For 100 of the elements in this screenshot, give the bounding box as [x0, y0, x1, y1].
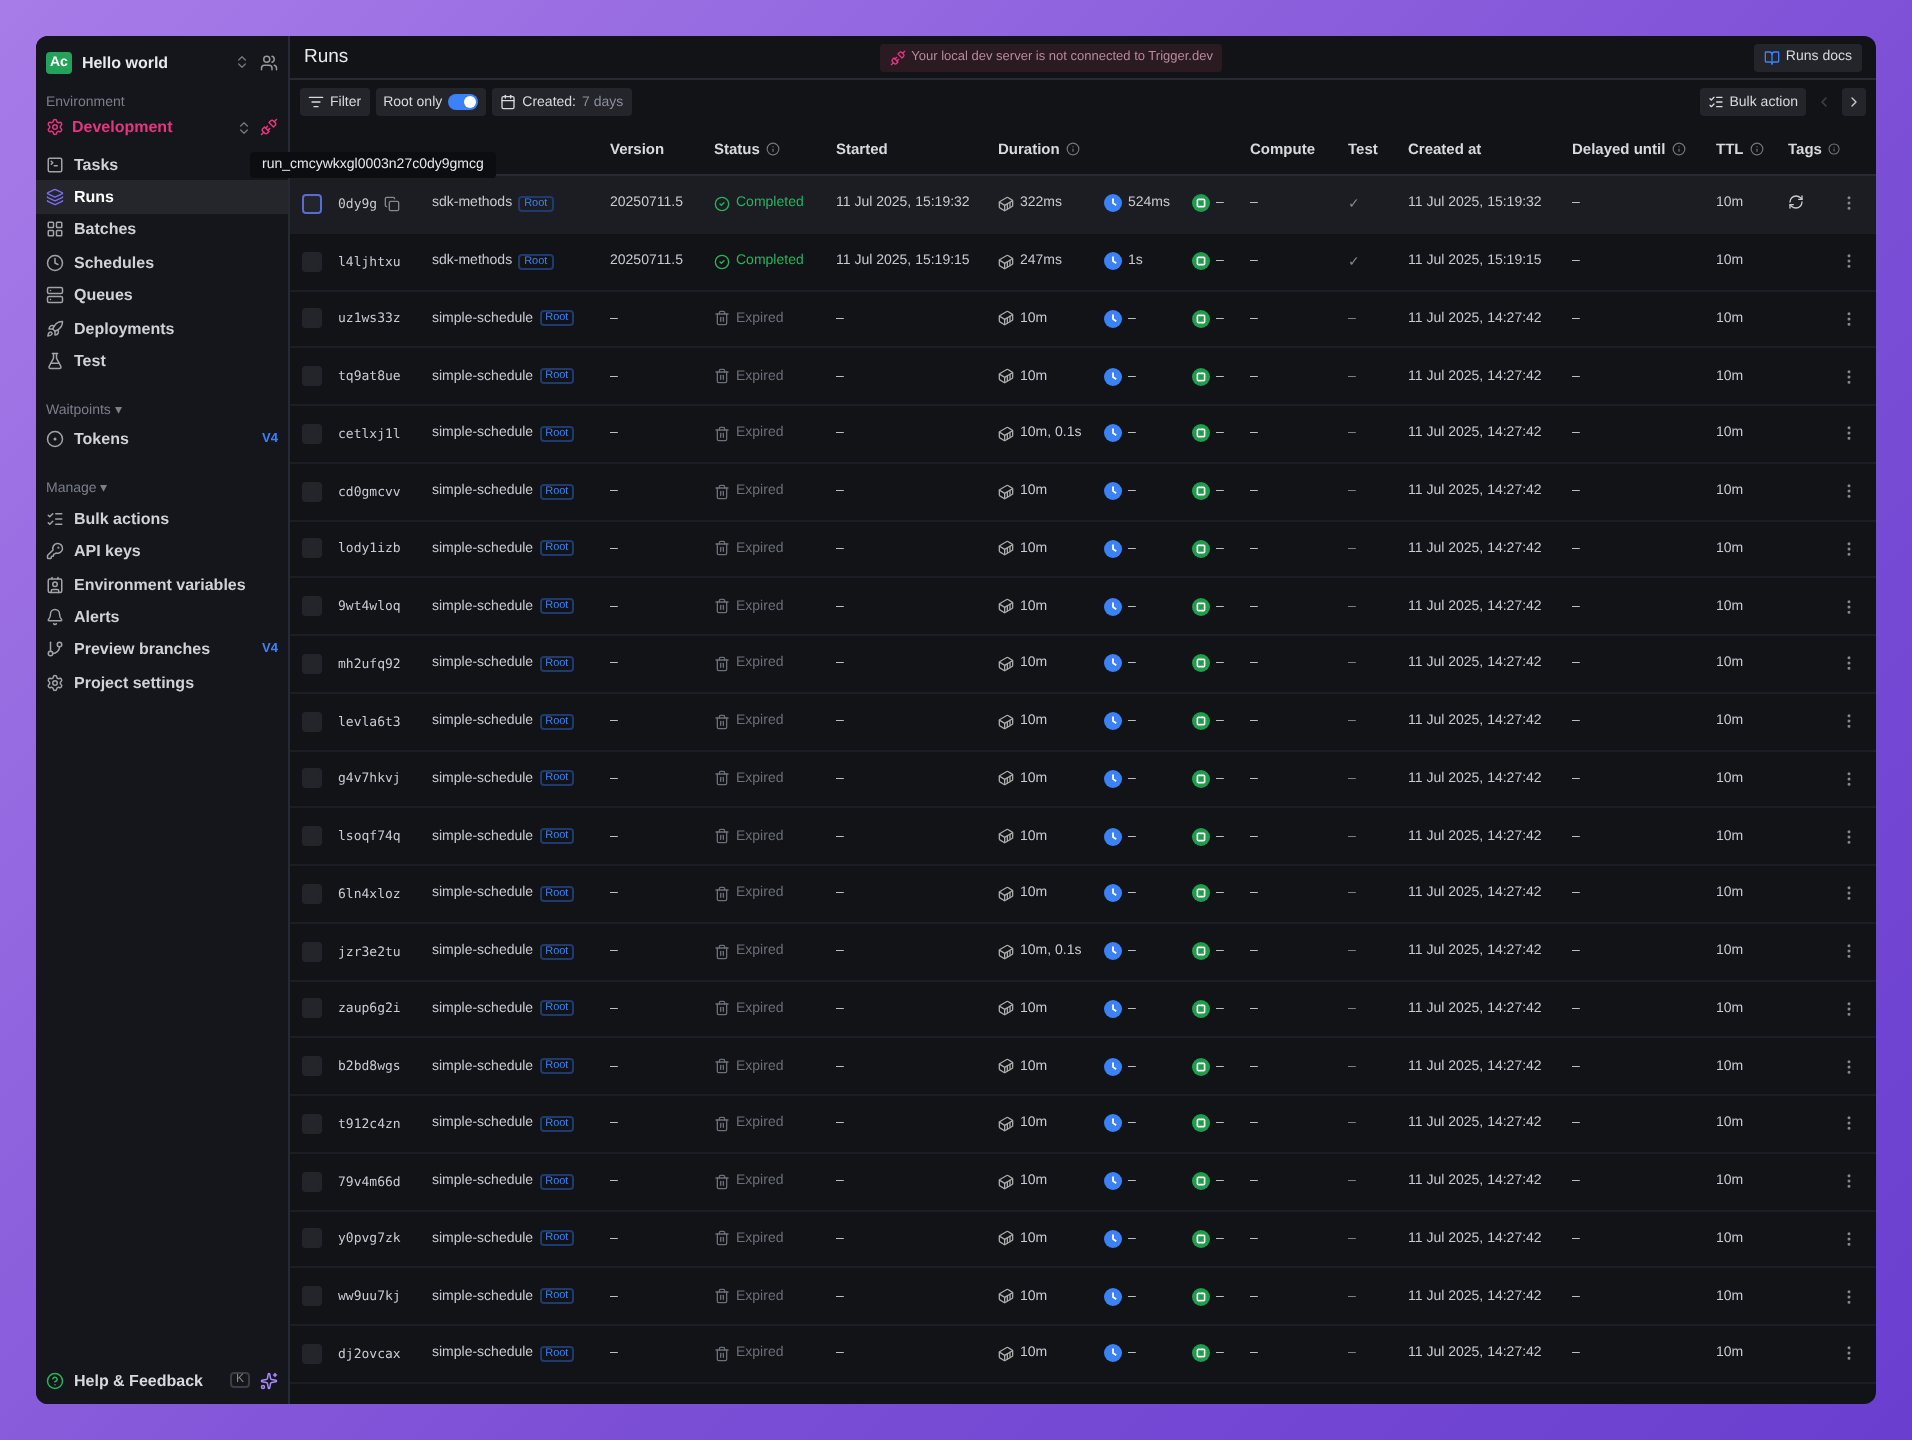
nav-icon — [46, 575, 64, 594]
sidebar-item[interactable]: Project settings — [36, 666, 288, 699]
book-icon — [1763, 49, 1780, 65]
clock-icon — [1104, 367, 1122, 386]
container-icon — [998, 713, 1014, 730]
clock-icon — [1104, 482, 1122, 501]
toggle-switch[interactable] — [448, 94, 479, 110]
chip-icon — [1192, 539, 1210, 558]
trash-icon — [714, 368, 730, 385]
clock-icon — [1104, 1229, 1122, 1248]
trash-icon — [714, 655, 730, 672]
trash-icon — [714, 1000, 730, 1017]
trash-icon — [714, 1115, 730, 1132]
info-icon — [1827, 142, 1840, 156]
chip-icon — [1192, 1344, 1210, 1363]
sidebar-item[interactable]: Alerts — [36, 600, 288, 634]
chip-icon — [1192, 1057, 1210, 1076]
users-icon — [260, 53, 278, 71]
chip-icon — [1192, 769, 1210, 788]
container-icon — [998, 483, 1014, 500]
clock-icon — [1104, 1057, 1122, 1076]
nav-icon — [46, 352, 64, 371]
replay-icon[interactable] — [1788, 193, 1804, 210]
trash-icon — [714, 425, 730, 442]
container-icon — [998, 598, 1014, 615]
container-icon — [998, 655, 1014, 672]
clock-icon — [1104, 1172, 1122, 1191]
clock-icon — [1104, 539, 1122, 558]
trash-icon — [714, 540, 730, 557]
calendar-icon — [500, 94, 517, 110]
chip-icon — [1192, 884, 1210, 903]
clock-icon — [1104, 1344, 1122, 1363]
container-icon — [998, 828, 1014, 845]
trash-icon — [714, 828, 730, 845]
trash-icon — [714, 1058, 730, 1075]
chip-icon — [1192, 1172, 1210, 1191]
info-icon — [1065, 142, 1080, 156]
container-icon — [998, 1058, 1014, 1075]
container-icon — [998, 1230, 1014, 1247]
clock-icon — [1104, 252, 1122, 271]
clock-icon — [1104, 424, 1122, 443]
next-page-button[interactable] — [1842, 88, 1866, 116]
container-icon — [998, 253, 1014, 270]
clock-icon — [1104, 712, 1122, 731]
sidebar-item[interactable]: Deployments — [36, 311, 288, 345]
sidebar-item[interactable]: Schedules — [36, 246, 288, 280]
sidebar-item[interactable]: Bulk actions — [36, 502, 288, 536]
container-icon — [998, 1000, 1014, 1017]
help-icon — [46, 1371, 64, 1389]
sidebar-item[interactable]: Batches — [36, 213, 288, 247]
sidebar-item[interactable]: Queues — [36, 279, 288, 312]
trash-icon — [714, 770, 730, 787]
clock-icon — [1104, 194, 1122, 213]
clock-icon — [1104, 1114, 1122, 1133]
chip-icon — [1192, 1114, 1210, 1133]
list-icon — [1707, 94, 1724, 110]
nav-icon — [46, 430, 64, 449]
project-name[interactable]: Hello world — [81, 53, 224, 71]
chip-icon — [1192, 482, 1210, 501]
chevron-left-icon — [1816, 94, 1832, 110]
nav-icon — [46, 319, 64, 338]
chip-icon — [1192, 424, 1210, 443]
trash-icon — [714, 310, 730, 327]
row-checkbox[interactable] — [302, 193, 322, 214]
chip-icon — [1192, 827, 1210, 846]
container-icon — [998, 943, 1014, 960]
chip-icon — [1192, 1287, 1210, 1306]
clock-icon — [1104, 1287, 1122, 1306]
trash-icon — [714, 598, 730, 615]
nav-icon — [46, 286, 64, 305]
clock-icon — [1104, 942, 1122, 961]
chevrons-icon — [236, 119, 252, 135]
clock-icon — [1104, 309, 1122, 328]
help-link[interactable]: Help & Feedback — [74, 1371, 220, 1389]
container-icon — [998, 885, 1014, 902]
check-circle-icon — [714, 195, 730, 212]
nav-icon — [46, 188, 64, 207]
nav-icon — [46, 509, 64, 528]
container-icon — [998, 770, 1014, 787]
chip-icon — [1192, 654, 1210, 673]
nav-icon — [46, 640, 64, 659]
sidebar-item[interactable]: Runs — [36, 180, 288, 214]
nav-icon — [46, 220, 64, 239]
clock-icon — [1104, 884, 1122, 903]
nav-icon — [46, 542, 64, 561]
info-icon — [1671, 142, 1686, 156]
clock-icon — [1104, 769, 1122, 788]
trash-icon — [714, 943, 730, 960]
sidebar-item[interactable]: API keys — [36, 535, 288, 568]
chip-icon — [1192, 712, 1210, 731]
copy-icon[interactable] — [383, 195, 400, 212]
sidebar-item[interactable]: Test — [36, 344, 288, 378]
nav-icon — [46, 607, 64, 626]
trash-icon — [714, 1288, 730, 1305]
trash-icon — [714, 1345, 730, 1362]
page-title: Runs — [304, 46, 349, 68]
environment-icon — [46, 118, 64, 136]
environment-selector[interactable]: Development — [72, 118, 228, 136]
sidebar-item[interactable]: Environment variables — [36, 567, 288, 601]
chevrons-icon — [234, 54, 250, 70]
